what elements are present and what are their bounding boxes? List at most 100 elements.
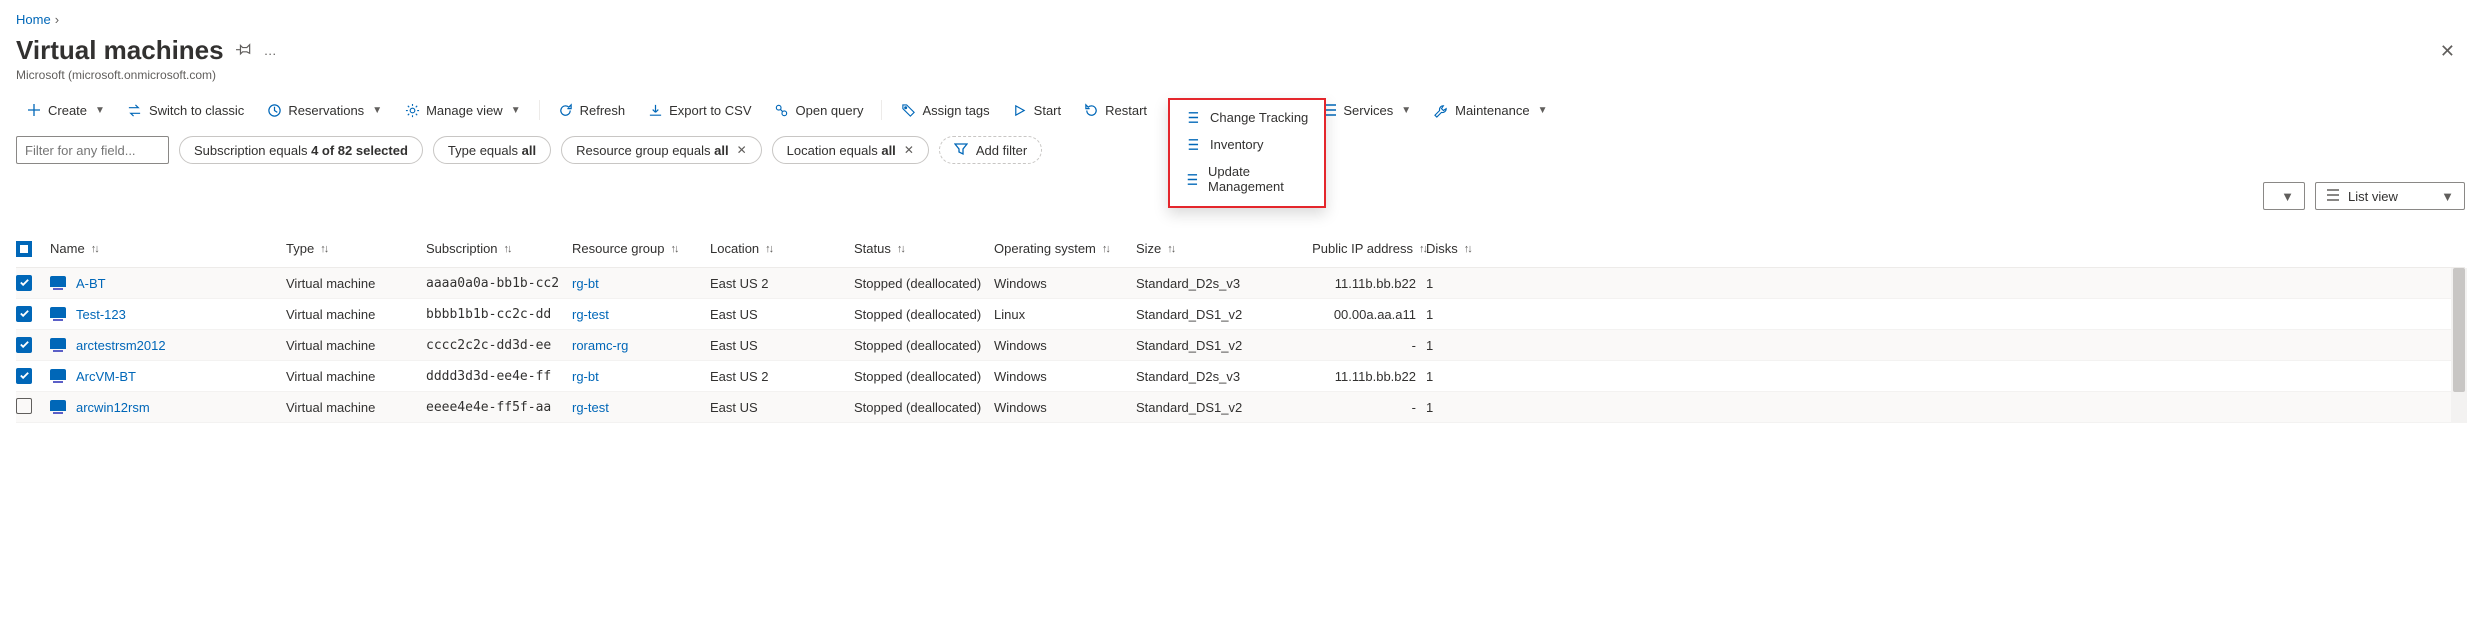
cell-size: Standard_DS1_v2 [1136,400,1280,415]
export-csv-button[interactable]: Export to CSV [637,96,761,124]
chevron-down-icon: ▼ [511,105,521,116]
scrollbar[interactable] [2451,268,2467,423]
more-icon[interactable]: … [264,43,277,58]
cell-type: Virtual machine [286,338,426,353]
pill-label: Resource group equals all [576,143,729,158]
services-update-management[interactable]: Update Management [1170,158,1324,200]
row-checkbox[interactable] [16,306,32,322]
cell-resource-group[interactable]: rg-bt [572,276,710,291]
cell-resource-group[interactable]: rg-test [572,307,710,322]
manage-view-label: Manage view [426,103,503,118]
add-filter-button[interactable]: Add filter [939,136,1042,164]
vm-icon [50,338,66,352]
clear-filter-icon[interactable]: ✕ [904,143,914,157]
cell-name[interactable]: Test-123 [50,307,286,322]
assign-tags-label: Assign tags [922,103,989,118]
switch-classic-button[interactable]: Switch to classic [117,96,254,124]
filter-pill-subscription[interactable]: Subscription equals 4 of 82 selected [179,136,423,164]
pin-icon[interactable] [236,41,252,60]
search-input[interactable] [16,136,169,164]
table-row[interactable]: Test-123Virtual machinebbbb1b1b-cc2c-ddr… [16,299,2465,330]
vm-grid: Name↑↓ Type↑↓ Subscription↑↓ Resource gr… [16,230,2465,423]
breadcrumb-home[interactable]: Home [16,12,51,27]
close-icon[interactable]: ✕ [2430,35,2465,68]
scrollbar-thumb[interactable] [2453,268,2465,392]
col-subscription[interactable]: Subscription↑↓ [426,241,572,256]
col-os[interactable]: Operating system↑↓ [994,241,1136,256]
services-button[interactable]: Services ▼ [1311,96,1421,124]
col-resource-group[interactable]: Resource group↑↓ [572,241,710,256]
pill-label: Type equals all [448,143,536,158]
dropdown-item-label: Change Tracking [1210,110,1308,125]
chevron-down-icon: ▼ [1401,105,1411,116]
cell-size: Standard_DS1_v2 [1136,338,1280,353]
col-type[interactable]: Type↑↓ [286,241,426,256]
cell-subscription: cccc2c2c-dd3d-ee [426,338,572,353]
table-row[interactable]: arcwin12rsmVirtual machineeeee4e4e-ff5f-… [16,392,2465,423]
services-inventory[interactable]: Inventory [1170,131,1324,158]
cell-os: Linux [994,307,1136,322]
swap-icon [127,102,143,118]
table-row[interactable]: arctestrsm2012Virtual machinecccc2c2c-dd… [16,330,2465,361]
filter-plus-icon [954,142,968,159]
chevron-down-icon: ▼ [2441,189,2454,204]
vm-icon [50,369,66,383]
cell-disks: 1 [1426,276,1548,291]
filter-pill-location[interactable]: Location equals all ✕ [772,136,929,164]
cell-resource-group[interactable]: roramc-rg [572,338,710,353]
refresh-icon [558,102,574,118]
row-checkbox[interactable] [16,337,32,353]
maintenance-label: Maintenance [1455,103,1529,118]
manage-view-button[interactable]: Manage view ▼ [394,96,531,124]
switch-classic-label: Switch to classic [149,103,244,118]
cell-disks: 1 [1426,369,1548,384]
cell-name[interactable]: arctestrsm2012 [50,338,286,353]
cell-name[interactable]: ArcVM-BT [50,369,286,384]
row-checkbox[interactable] [16,368,32,384]
open-query-button[interactable]: Open query [764,96,874,124]
col-status[interactable]: Status↑↓ [854,241,994,256]
list-icon [1184,138,1200,151]
row-checkbox[interactable] [16,275,32,291]
list-view-select[interactable]: List view ▼ [2315,182,2465,210]
filter-pill-resource-group[interactable]: Resource group equals all ✕ [561,136,762,164]
clear-filter-icon[interactable]: ✕ [737,143,747,157]
row-checkbox[interactable] [16,398,32,414]
filter-pill-type[interactable]: Type equals all [433,136,551,164]
cell-disks: 1 [1426,338,1548,353]
cell-subscription: dddd3d3d-ee4e-ff [426,369,572,384]
cell-name[interactable]: A-BT [50,276,286,291]
pill-label: Subscription equals 4 of 82 selected [194,143,408,158]
chevron-down-icon: ▼ [95,105,105,116]
col-disks[interactable]: Disks↑↓ [1426,241,1548,256]
cell-resource-group[interactable]: rg-test [572,400,710,415]
assign-tags-button[interactable]: Assign tags [890,96,999,124]
cell-type: Virtual machine [286,307,426,322]
services-change-tracking[interactable]: Change Tracking [1170,104,1324,131]
plus-icon [26,102,42,118]
open-query-label: Open query [796,103,864,118]
table-row[interactable]: ArcVM-BTVirtual machinedddd3d3d-ee4e-ffr… [16,361,2465,392]
select-all-checkbox[interactable] [16,241,50,257]
cell-name[interactable]: arcwin12rsm [50,400,286,415]
start-button[interactable]: Start [1002,96,1071,124]
col-public-ip[interactable]: Public IP address↑↓ [1280,241,1426,256]
restart-button[interactable]: Restart [1073,96,1157,124]
table-row[interactable]: A-BTVirtual machineaaaa0a0a-bb1b-cc2rg-b… [16,268,2465,299]
cell-subscription: aaaa0a0a-bb1b-cc2 [426,276,572,291]
create-button[interactable]: Create ▼ [16,96,115,124]
pill-label: Location equals all [787,143,896,158]
cell-status: Stopped (deallocated) [854,400,994,415]
cell-os: Windows [994,276,1136,291]
col-location[interactable]: Location↑↓ [710,241,854,256]
cell-disks: 1 [1426,307,1548,322]
grid-header: Name↑↓ Type↑↓ Subscription↑↓ Resource gr… [16,230,2465,268]
maintenance-button[interactable]: Maintenance ▼ [1423,96,1557,124]
group-by-select[interactable]: ▼ [2263,182,2305,210]
reservations-button[interactable]: Reservations ▼ [256,96,392,124]
col-size[interactable]: Size↑↓ [1136,241,1280,256]
refresh-button[interactable]: Refresh [548,96,636,124]
col-name[interactable]: Name↑↓ [50,241,286,256]
clock-icon [266,102,282,118]
cell-resource-group[interactable]: rg-bt [572,369,710,384]
